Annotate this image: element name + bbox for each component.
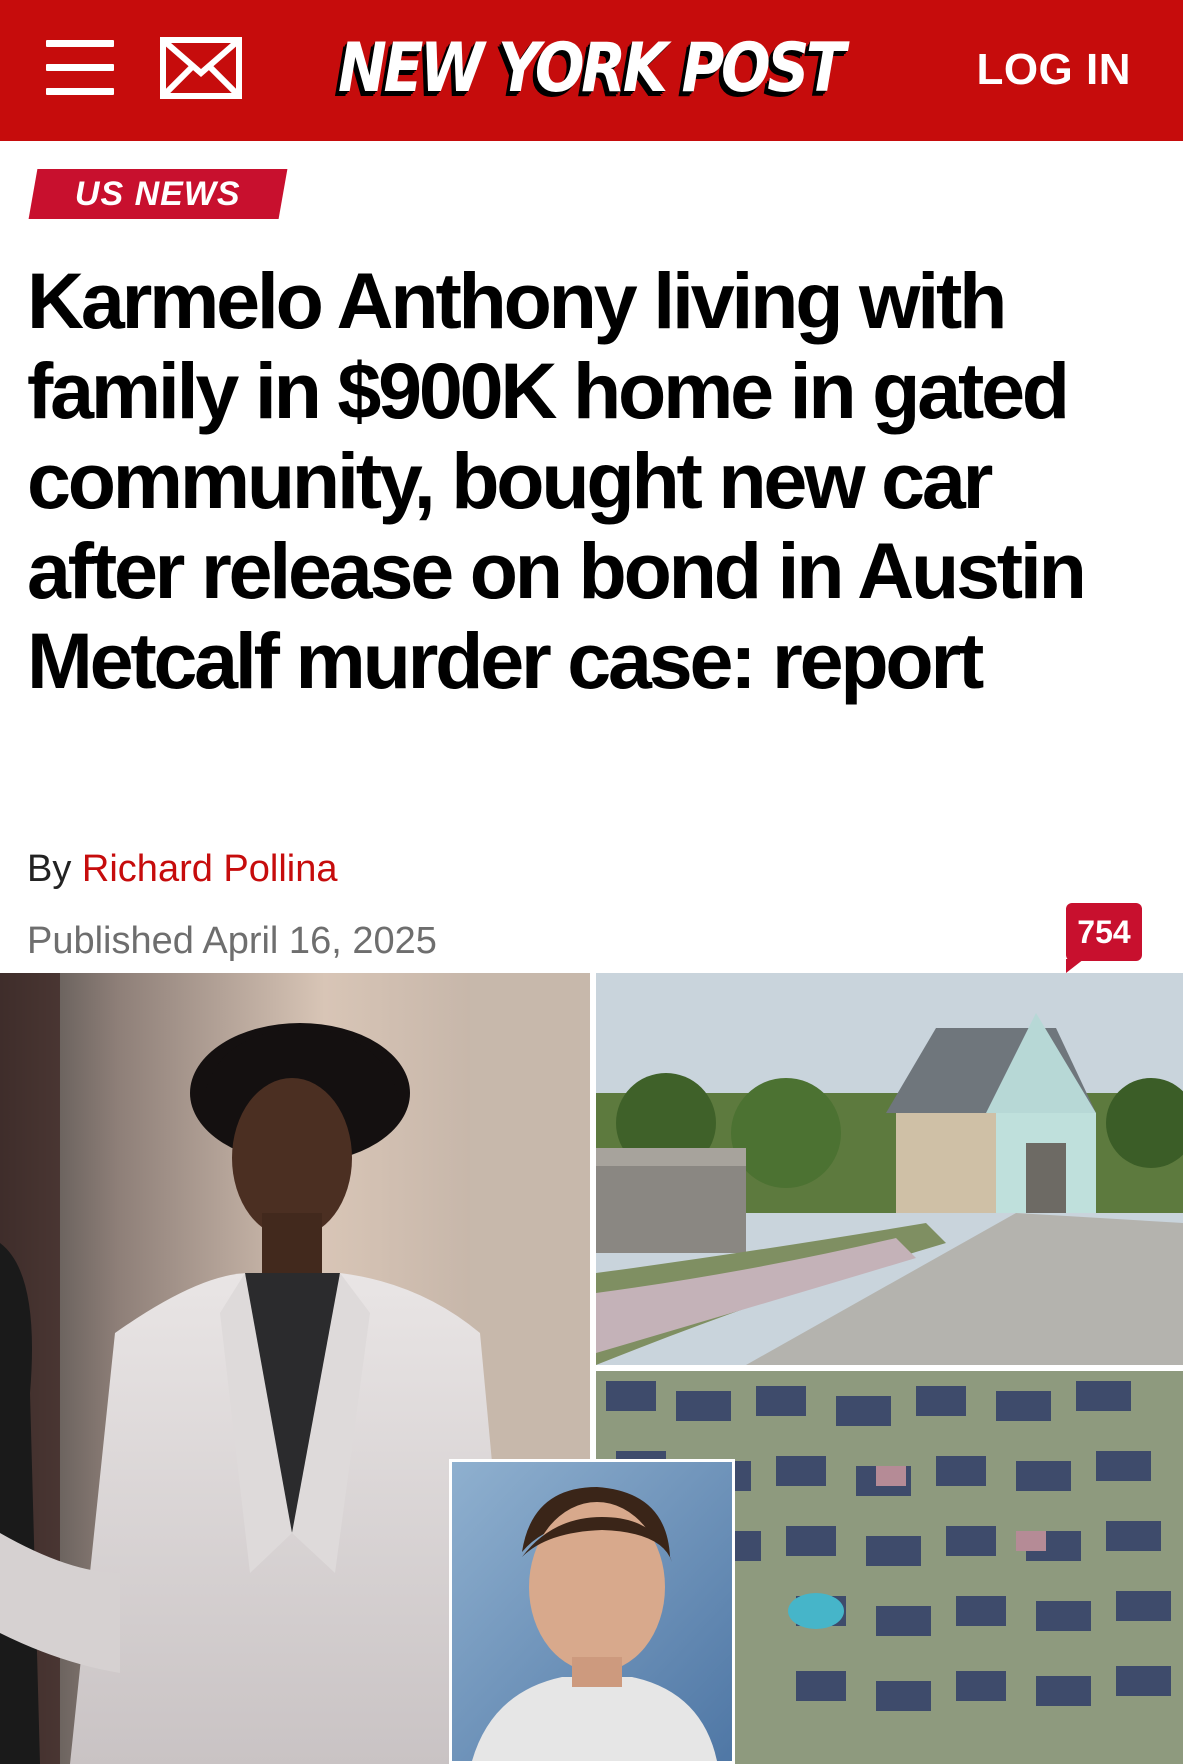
- site-logo[interactable]: NEW YORK POST: [290, 18, 890, 118]
- byline-prefix: By: [27, 848, 72, 890]
- publish-date: Published April 16, 2025: [27, 920, 437, 962]
- article-photo-gate[interactable]: [596, 973, 1183, 1365]
- byline: By Richard Pollina: [27, 848, 338, 891]
- login-button[interactable]: LOG IN: [976, 45, 1131, 95]
- gated-community-entrance-image: [596, 973, 1183, 1365]
- article-headline: Karmelo Anthony living with family in $9…: [27, 256, 1087, 705]
- logo-text: NEW YORK POST: [337, 28, 846, 108]
- article-photo-inset[interactable]: [449, 1459, 735, 1764]
- hamburger-icon[interactable]: [46, 40, 118, 100]
- section-tag[interactable]: US NEWS: [28, 169, 288, 219]
- author-link[interactable]: Richard Pollina: [82, 848, 338, 890]
- comment-count-badge[interactable]: 754: [1066, 903, 1142, 973]
- mail-icon[interactable]: [160, 37, 242, 99]
- site-header: NEW YORK POST LOG IN: [0, 0, 1183, 141]
- section-tag-label: US NEWS: [75, 174, 241, 213]
- victim-portrait-image: [452, 1462, 732, 1761]
